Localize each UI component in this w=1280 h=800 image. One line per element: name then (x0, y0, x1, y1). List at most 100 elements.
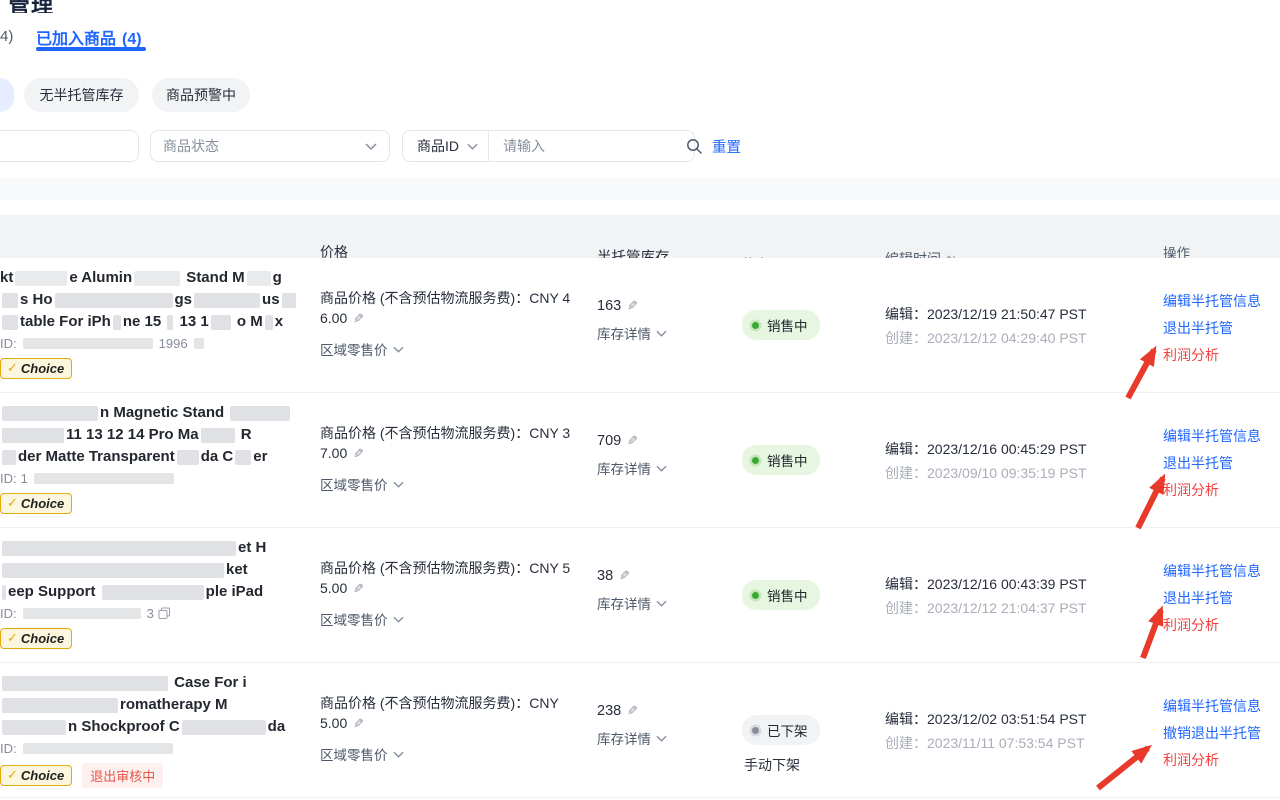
time-cell: 编辑：2023/12/16 00:43:39 PST 创建：2023/12/12… (882, 528, 1163, 662)
product-title-line: ket (0, 559, 318, 581)
exit-review-badge: 退出审核中 (82, 763, 163, 788)
title-fragment: 11 13 12 14 Pro Ma (66, 426, 199, 443)
header-price: 价格 (318, 212, 597, 262)
action-exit-semi[interactable]: 退出半托管 (1163, 450, 1280, 477)
product-cell[interactable]: n Magnetic Stand 11 13 12 14 Pro Ma Rder… (0, 393, 318, 527)
price-cell: 商品价格 (不含预估物流服务费)：CNY 37.00 ✎ 区域零售价 (318, 393, 597, 527)
region-price-toggle[interactable]: 区域零售价 (320, 339, 597, 359)
action-exit-semi[interactable]: 退出半托管 (1163, 585, 1280, 612)
product-id: ID: (0, 741, 318, 756)
chevron-down-icon (656, 600, 667, 607)
title-fragment: gs (175, 291, 193, 308)
copy-icon[interactable] (158, 607, 171, 620)
created-label: 创建： (885, 330, 927, 346)
chevron-down-icon (365, 143, 377, 150)
product-status-select[interactable]: 商品状态 (150, 130, 390, 162)
chip-partial-left[interactable] (0, 78, 14, 112)
price-cell: 商品价格 (不含预估物流服务费)：CNY 55.00 ✎ 区域零售价 (318, 528, 597, 662)
title-fragment: 13 1 (175, 313, 208, 330)
edit-price-icon[interactable]: ✎ (353, 309, 364, 329)
status-badge: 销售中 (742, 445, 820, 475)
product-title-line: romatherapy M (0, 694, 318, 716)
time-cell: 编辑：2023/12/16 00:45:29 PST 创建：2023/09/10… (882, 393, 1163, 527)
tab-joined-products[interactable]: 已加入商品(4) (36, 25, 142, 49)
product-status-placeholder: 商品状态 (163, 136, 219, 156)
edited-label: 编辑： (885, 306, 927, 322)
toolbar-band (0, 178, 1280, 200)
product-title-line: Case For i (0, 672, 318, 694)
status-cell: 销售中 (742, 528, 882, 662)
chip-no-semi-stock[interactable]: 无半托管库存 (24, 78, 139, 112)
stock-detail-toggle[interactable]: 库存详情 (597, 593, 742, 613)
status-badge: 销售中 (742, 580, 820, 610)
action-edit-semi-info[interactable]: 编辑半托管信息 (1163, 423, 1280, 450)
status-cell: 销售中 (742, 393, 882, 527)
created-label: 创建： (885, 465, 927, 481)
product-cell[interactable]: Case For iromatherapy Mn Shockproof Cda … (0, 663, 318, 797)
search-type-select[interactable]: 商品ID (403, 131, 489, 161)
redacted-text (2, 720, 66, 735)
product-id: ID:1996 (0, 336, 318, 351)
stock-value: 709 (597, 433, 621, 449)
redacted-text (34, 473, 174, 484)
product-title-line: 11 13 12 14 Pro Ma R (0, 424, 318, 446)
edit-stock-icon[interactable]: ✎ (619, 568, 630, 584)
price-label: 商品价格 (不含预估物流服务费)： (320, 290, 529, 306)
title-fragment: da (268, 718, 286, 735)
stock-value: 238 (597, 703, 621, 719)
created-label: 创建： (885, 735, 927, 751)
reset-link[interactable]: 重置 (712, 136, 741, 157)
filter-input-partial[interactable] (0, 130, 139, 162)
redacted-text (2, 406, 98, 421)
table-row: et Hketeep Support ple iPad ID:3 ✓Choice… (0, 528, 1280, 663)
chip-product-warning[interactable]: 商品预警中 (152, 78, 250, 112)
action-profit-analysis[interactable]: 利润分析 (1163, 612, 1280, 639)
stock-cell: 709 ✎ 库存详情 (597, 393, 742, 527)
edit-stock-icon[interactable]: ✎ (627, 298, 638, 314)
action-edit-semi-info[interactable]: 编辑半托管信息 (1163, 693, 1280, 720)
product-id: ID:3 (0, 606, 318, 621)
stock-cell: 238 ✎ 库存详情 (597, 663, 742, 797)
action-undo-exit-semi[interactable]: 撤销退出半托管 (1163, 720, 1280, 747)
active-tab-underline (36, 47, 146, 51)
tab-left-fragment[interactable]: 4) (0, 28, 13, 45)
title-fragment: us (262, 291, 280, 308)
tab-bar: 4) 已加入商品(4) (0, 22, 1280, 56)
edit-price-icon[interactable]: ✎ (353, 714, 364, 734)
choice-badge: ✓Choice (0, 493, 72, 514)
stock-detail-toggle[interactable]: 库存详情 (597, 728, 742, 748)
action-edit-semi-info[interactable]: 编辑半托管信息 (1163, 558, 1280, 585)
search-input[interactable] (501, 137, 686, 155)
product-cell[interactable]: et Hketeep Support ple iPad ID:3 ✓Choice (0, 528, 318, 662)
region-price-toggle[interactable]: 区域零售价 (320, 474, 597, 494)
stock-detail-toggle[interactable]: 库存详情 (597, 458, 742, 478)
action-profit-analysis[interactable]: 利润分析 (1163, 342, 1280, 369)
stock-value: 38 (597, 568, 613, 584)
title-fragment: et H (238, 539, 266, 556)
redacted-text (2, 585, 6, 600)
region-price-toggle[interactable]: 区域零售价 (320, 609, 597, 629)
product-cell[interactable]: kte Alumin Stand Mgs Hogsustable For iPh… (0, 258, 318, 392)
badge-row: ✓Choice退出审核中 (0, 763, 318, 788)
action-profit-analysis[interactable]: 利润分析 (1163, 477, 1280, 504)
action-profit-analysis[interactable]: 利润分析 (1163, 747, 1280, 774)
stock-detail-toggle[interactable]: 库存详情 (597, 323, 742, 343)
redacted-text (2, 315, 18, 330)
edit-stock-icon[interactable]: ✎ (627, 433, 638, 449)
title-fragment: R (237, 426, 252, 443)
search-icon[interactable] (686, 138, 703, 155)
created-time: 2023/09/10 09:35:19 PST (927, 465, 1087, 481)
redacted-text (182, 720, 266, 735)
title-fragment: romatherapy M (120, 696, 228, 713)
edited-label: 编辑： (885, 576, 927, 592)
action-edit-semi-info[interactable]: 编辑半托管信息 (1163, 288, 1280, 315)
edit-price-icon[interactable]: ✎ (353, 444, 364, 464)
created-label: 创建： (885, 600, 927, 616)
status-badge: 已下架 (742, 715, 820, 745)
action-exit-semi[interactable]: 退出半托管 (1163, 315, 1280, 342)
chevron-down-icon (656, 735, 667, 742)
edit-price-icon[interactable]: ✎ (353, 579, 364, 599)
edit-stock-icon[interactable]: ✎ (627, 703, 638, 719)
region-price-toggle[interactable]: 区域零售价 (320, 744, 597, 764)
time-cell: 编辑：2023/12/19 21:50:47 PST 创建：2023/12/12… (882, 258, 1163, 392)
